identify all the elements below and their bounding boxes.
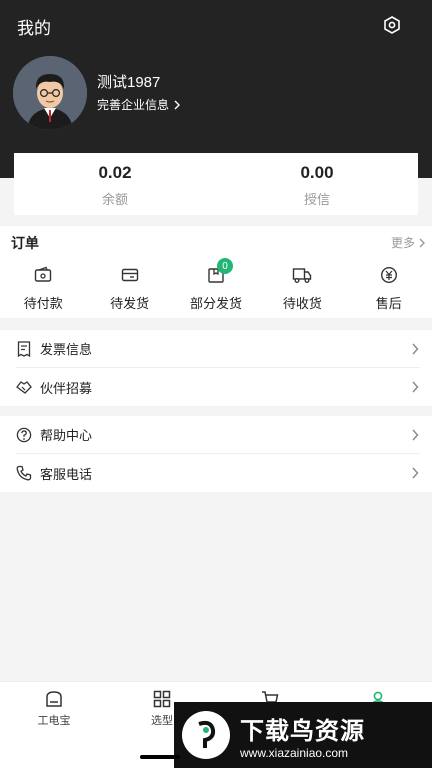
avatar[interactable] <box>13 56 87 130</box>
gear-icon <box>384 16 400 34</box>
chevron-right-icon <box>174 100 181 109</box>
order-label: 待收货 <box>282 296 322 311</box>
menu-group-1: 发票信息 伙伴招募 <box>0 330 432 406</box>
balance-label: 余额 <box>101 192 128 207</box>
nav-label: 工电宝 <box>37 715 71 727</box>
phone-icon <box>16 465 32 481</box>
watermark-text: 下载鸟资源 www.xiazainiao.com <box>240 711 365 760</box>
chevron-right-icon <box>410 381 420 393</box>
order-count-badge: 0 <box>216 258 233 274</box>
orders-section: 订单 更多 待付款 待发货 0 部分发货 待收货 售后 <box>0 226 432 318</box>
chevron-right-icon <box>410 343 420 354</box>
balance-card: 0.02 余额 0.00 授信 <box>14 153 418 215</box>
watermark-url: www.xiazainiao.com <box>240 745 349 760</box>
menu-item-help[interactable]: 帮助中心 <box>16 416 420 454</box>
more-label: 更多 <box>390 236 415 250</box>
grid-icon <box>153 690 171 708</box>
watermark-title: 下载鸟资源 <box>240 717 365 745</box>
refund-icon <box>378 264 400 286</box>
order-pending-shipment[interactable]: 待发货 <box>86 264 172 312</box>
orders-title: 订单 <box>11 235 39 251</box>
order-after-sales[interactable]: 售后 <box>346 264 432 312</box>
order-label: 待发货 <box>110 296 150 311</box>
credit-label: 授信 <box>303 192 330 207</box>
watermark-logo-icon <box>182 711 230 759</box>
page-title: 我的 <box>17 19 51 38</box>
chevron-right-icon <box>410 429 420 440</box>
credit-value: 0.00 <box>300 163 334 182</box>
help-icon <box>16 427 32 443</box>
truck-icon <box>291 264 313 286</box>
order-pending-payment[interactable]: 待付款 <box>0 264 86 312</box>
menu-group-2: 帮助中心 客服电话 <box>0 416 432 492</box>
home-indicator <box>140 755 180 759</box>
profile-header: 我的 测试1987 完善企业信息 <box>0 0 432 178</box>
wallet-icon <box>32 264 54 286</box>
user-name: 测试1987 <box>97 74 161 91</box>
card-icon <box>119 264 141 286</box>
order-label: 部分发货 <box>189 296 242 311</box>
menu-label: 发票信息 <box>40 342 93 357</box>
menu-item-partner[interactable]: 伙伴招募 <box>16 368 420 406</box>
watermark-banner: 下载鸟资源 www.xiazainiao.com <box>174 702 432 768</box>
menu-item-phone[interactable]: 客服电话 <box>16 454 420 492</box>
order-pending-receipt[interactable]: 待收货 <box>259 264 345 312</box>
balance-cell[interactable]: 0.02 余额 <box>14 153 216 215</box>
complete-company-info-link[interactable]: 完善企业信息 <box>97 96 181 113</box>
nav-label: 选型 <box>151 715 173 727</box>
order-partial-shipment[interactable]: 0 部分发货 <box>173 258 259 312</box>
nav-tab-home[interactable]: 工电宝 <box>0 682 108 768</box>
chevron-right-icon <box>410 467 420 479</box>
handshake-icon <box>16 379 32 395</box>
invoice-icon <box>16 340 32 357</box>
settings-button[interactable] <box>380 13 404 37</box>
company-link-label: 完善企业信息 <box>97 98 170 112</box>
home-icon <box>46 691 62 707</box>
order-label: 待付款 <box>23 296 63 311</box>
menu-item-invoice[interactable]: 发票信息 <box>16 330 420 368</box>
menu-label: 客服电话 <box>40 466 93 482</box>
menu-label: 伙伴招募 <box>40 380 93 396</box>
chevron-right-icon <box>419 238 425 247</box>
orders-more-link[interactable]: 更多 <box>391 234 426 251</box>
avatar-illustration-icon <box>13 56 87 130</box>
menu-label: 帮助中心 <box>40 428 93 443</box>
order-status-grid: 待付款 待发货 0 部分发货 待收货 售后 <box>0 258 432 312</box>
balance-value: 0.02 <box>98 163 132 182</box>
order-label: 售后 <box>375 296 402 311</box>
credit-cell[interactable]: 0.00 授信 <box>216 153 418 215</box>
